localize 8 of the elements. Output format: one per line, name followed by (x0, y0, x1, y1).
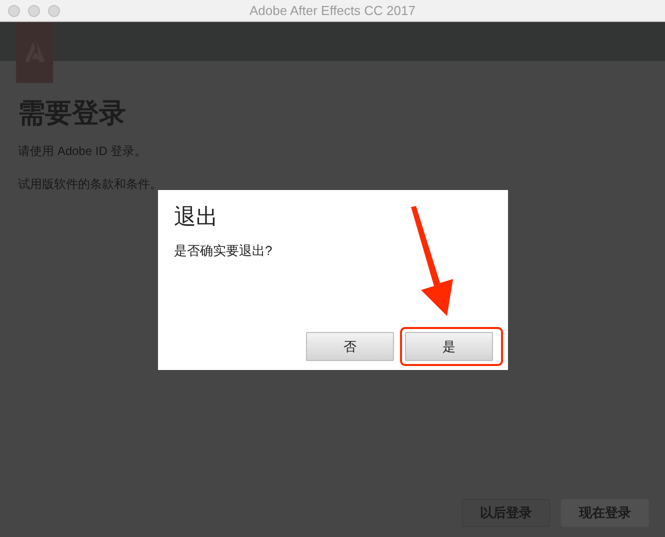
dialog-title: 退出 (174, 203, 218, 231)
no-button[interactable]: 否 (306, 332, 394, 361)
window-control-icon[interactable] (48, 4, 60, 16)
yes-button[interactable]: 是 (405, 332, 493, 361)
window-title: Adobe After Effects CC 2017 (250, 3, 416, 18)
dialog-message: 是否确实要退出? (174, 242, 272, 260)
window-control-icon[interactable] (28, 4, 40, 16)
window-control-icon[interactable] (8, 4, 20, 16)
